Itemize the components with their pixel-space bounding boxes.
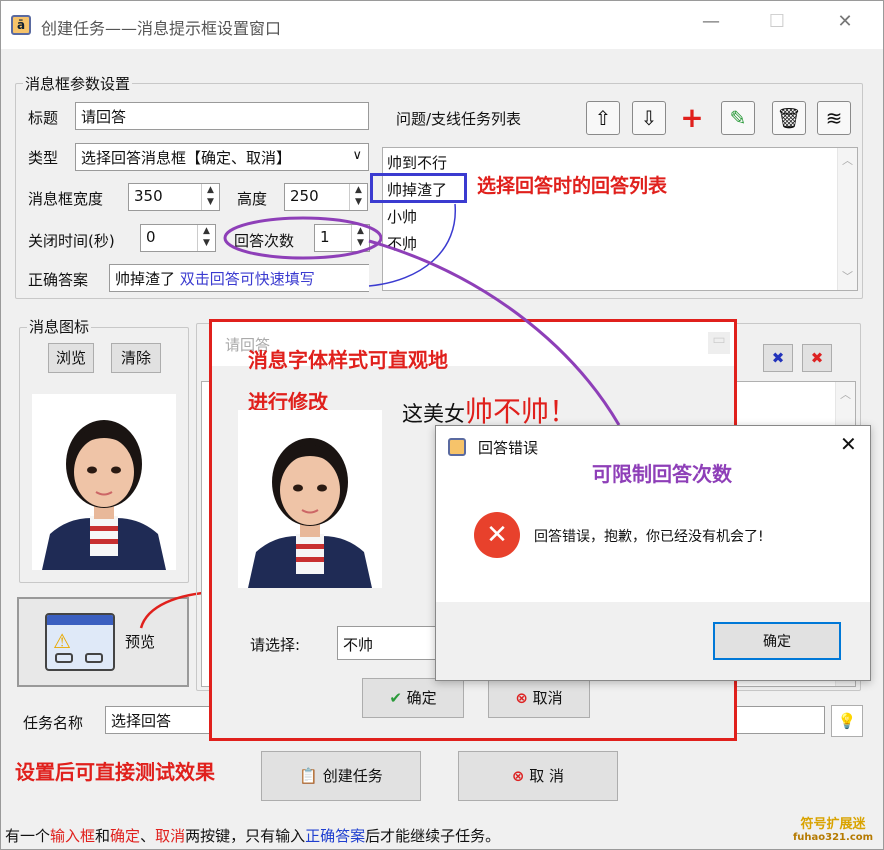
- create-task-label: 创建任务: [322, 767, 383, 785]
- error-app-icon: [448, 438, 466, 456]
- lightbulb-icon[interactable]: 💡: [831, 705, 863, 737]
- footer-hint-part: 有一个: [5, 827, 51, 845]
- correct-answer-value: 帅掉渣了: [115, 270, 176, 288]
- portrait-photo: [32, 394, 176, 570]
- move-up-icon[interactable]: ⇧: [586, 101, 620, 135]
- maximize-button[interactable]: ☐: [757, 11, 797, 39]
- warning-icon: ⚠: [53, 629, 71, 653]
- cancel-label: 取 消: [529, 767, 565, 785]
- x-circle-icon: ⊗: [515, 689, 528, 707]
- width-stepper[interactable]: 350 ▲ ▼: [128, 183, 220, 211]
- app-icon: ā: [11, 15, 31, 35]
- width-label: 消息框宽度: [28, 190, 104, 208]
- cancel-button[interactable]: ⊗ 取 消: [458, 751, 618, 801]
- watermark-logo: 符号扩展迷 fuhao321.com: [785, 813, 881, 843]
- answer-select-input[interactable]: 不帅: [337, 626, 447, 660]
- footer-hint-part: 两按键，只有输入: [185, 827, 306, 845]
- height-label: 高度: [237, 190, 268, 208]
- window-title: 创建任务——消息提示框设置窗口: [41, 19, 282, 38]
- blue-x-icon[interactable]: ✖: [763, 344, 793, 372]
- red-x-icon[interactable]: ✖: [802, 344, 832, 372]
- icon-legend: 消息图标: [27, 316, 92, 337]
- close-time-label: 关闭时间(秒): [28, 232, 115, 250]
- footer-hint-part: 确定: [110, 827, 141, 845]
- preview-label: 预览: [125, 633, 156, 651]
- select-label: 请选择:: [250, 636, 301, 654]
- settings-legend: 消息框参数设置: [23, 73, 133, 94]
- width-value: 350: [134, 187, 163, 205]
- annotation-limit: 可限制回答次数: [592, 462, 732, 486]
- height-value: 250: [290, 187, 319, 205]
- create-task-icon: 📋: [299, 767, 318, 785]
- inner-ok-button[interactable]: ✔ 确定: [362, 678, 464, 718]
- count-connector-line: [368, 239, 621, 426]
- footer-hint-part: 、: [140, 827, 156, 845]
- type-select-value: 选择回答消息框【确定、取消】: [81, 149, 292, 167]
- question-list-label: 问题/支线任务列表: [396, 110, 522, 128]
- type-select[interactable]: 选择回答消息框【确定、取消】 ∨: [75, 143, 369, 171]
- spin-arrows-icon[interactable]: ▲ ▼: [197, 225, 215, 251]
- footer-hint-part: 输入框: [50, 827, 96, 845]
- error-message: 回答错误，抱歉，你已经没有机会了!: [534, 529, 764, 545]
- title-label: 标题: [28, 109, 59, 127]
- preview-dialog-icon: ⚠: [45, 613, 115, 671]
- inner-close-button[interactable]: ▭: [708, 332, 730, 354]
- inner-cancel-button[interactable]: ⊗ 取消: [488, 678, 590, 718]
- error-close-button[interactable]: ✕: [840, 432, 857, 456]
- watermark-line2: fuhao321.com: [792, 832, 874, 843]
- list-scrollbar[interactable]: ︿ ﹀: [837, 148, 857, 290]
- task-name-label: 任务名称: [23, 714, 84, 732]
- trash-icon[interactable]: 🗑: [772, 101, 806, 135]
- inner-portrait-photo: [238, 410, 382, 588]
- footer-hint-part: 取消: [155, 827, 186, 845]
- cancel-circle-x-icon: ⊗: [511, 767, 525, 785]
- error-dialog-footer: 确定: [436, 602, 870, 680]
- type-label: 类型: [28, 149, 59, 167]
- add-icon[interactable]: +: [675, 101, 709, 135]
- footer-hint: 有一个输入框和确定、取消两按键，只有输入正确答案后才能继续子任务。: [5, 825, 500, 846]
- close-time-stepper[interactable]: 0 ▲ ▼: [140, 224, 216, 252]
- footer-hint-part: 和: [95, 827, 111, 845]
- annotation-test: 设置后可直接测试效果: [15, 760, 215, 784]
- watermark-line1: 符号扩展迷: [800, 817, 866, 832]
- clear-icon-button[interactable]: 清除: [111, 343, 161, 373]
- footer-hint-part: 正确答案: [305, 827, 366, 845]
- browse-button[interactable]: 浏览: [48, 343, 94, 373]
- main-window: ā 创建任务——消息提示框设置窗口 — ☐ ✕ 消息框参数设置 标题 请回答 类…: [0, 0, 884, 850]
- title-input[interactable]: 请回答: [75, 102, 369, 130]
- inner-ok-label: 确定: [406, 689, 437, 707]
- error-ok-button[interactable]: 确定: [713, 622, 841, 660]
- close-time-value: 0: [146, 228, 156, 246]
- inner-cancel-label: 取消: [532, 689, 563, 707]
- close-button[interactable]: ✕: [825, 11, 865, 39]
- edit-icon[interactable]: ✎: [721, 101, 755, 135]
- clear-all-icon[interactable]: ≋: [817, 101, 851, 135]
- check-icon: ✔: [389, 689, 402, 707]
- chevron-down-icon: ∨: [352, 148, 362, 163]
- error-dialog: 回答错误 ✕ 可限制回答次数 ✕ 回答错误，抱歉，你已经没有机会了! 确定: [435, 425, 871, 681]
- create-task-button[interactable]: 📋 创建任务: [261, 751, 421, 801]
- correct-answer-label: 正确答案: [28, 271, 89, 289]
- annotation-answer-list: 选择回答时的回答列表: [477, 175, 668, 197]
- correct-answer-input[interactable]: 帅掉渣了 双击回答可快速填写: [109, 264, 369, 292]
- title-bar: ā 创建任务——消息提示框设置窗口 — ☐ ✕: [1, 1, 883, 49]
- error-icon: ✕: [474, 512, 520, 558]
- error-dialog-title: 回答错误: [478, 439, 539, 457]
- spin-arrows-icon[interactable]: ▲ ▼: [201, 184, 219, 210]
- move-down-icon[interactable]: ⇩: [632, 101, 666, 135]
- correct-answer-hint: 双击回答可快速填写: [179, 270, 315, 288]
- minimize-button[interactable]: —: [691, 11, 731, 39]
- footer-hint-part: 后才能继续子任务。: [365, 827, 501, 845]
- list-item[interactable]: 帅到不行: [387, 152, 447, 173]
